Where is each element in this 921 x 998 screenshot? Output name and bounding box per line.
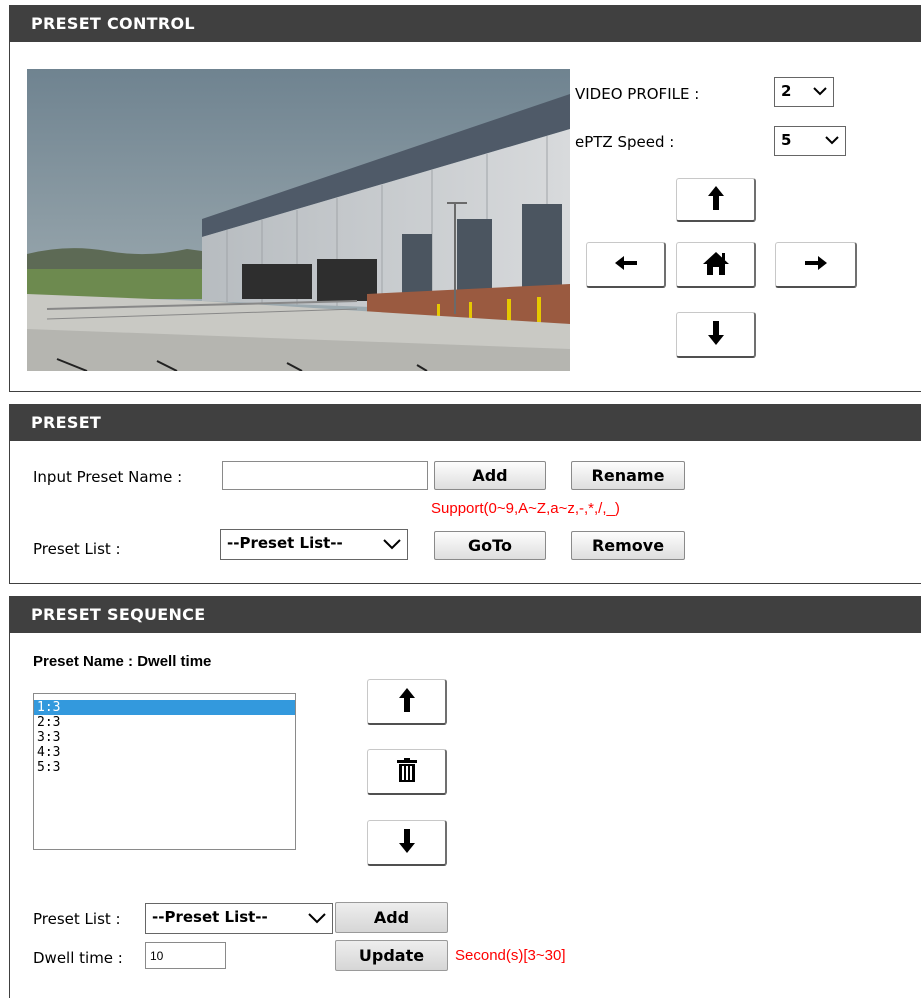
video-profile-select[interactable]: 2 — [774, 77, 834, 107]
preset-name-label: Input Preset Name : — [33, 468, 183, 486]
sequence-listbox[interactable]: 1:3 2:3 3:3 4:3 5:3 — [33, 693, 296, 850]
sequence-move-down-button[interactable] — [367, 820, 447, 866]
eptz-speed-label: ePTZ Speed : — [575, 133, 675, 151]
arrow-down-icon — [398, 828, 415, 857]
preset-sequence-panel: PRESET SEQUENCE Preset Name : Dwell time… — [9, 596, 921, 998]
sequence-delete-button[interactable] — [367, 749, 447, 795]
arrow-left-icon — [614, 255, 637, 274]
move-right-button[interactable] — [775, 242, 857, 288]
preset-title: PRESET — [10, 405, 921, 441]
remove-preset-button[interactable]: Remove — [571, 531, 685, 560]
arrow-down-icon — [707, 320, 724, 349]
list-item[interactable]: 3:3 — [34, 730, 295, 745]
preset-list-label: Preset List : — [33, 540, 121, 558]
sequence-preset-list-label: Preset List : — [33, 910, 121, 928]
sequence-preset-list-select[interactable]: --Preset List-- — [145, 903, 333, 934]
chevron-down-icon — [308, 904, 326, 940]
dwell-time-hint: Second(s)[3~30] — [455, 947, 566, 964]
camera-view — [27, 69, 570, 371]
eptz-speed-select[interactable]: 5 — [774, 126, 846, 156]
video-profile-label: VIDEO PROFILE : — [575, 85, 700, 103]
preset-name-input[interactable] — [222, 461, 428, 490]
eptz-speed-value: 5 — [781, 131, 792, 149]
dwell-time-label: Dwell time : — [33, 949, 123, 967]
move-left-button[interactable] — [586, 242, 666, 288]
list-item[interactable]: 2:3 — [34, 715, 295, 730]
camera-image — [27, 69, 570, 371]
preset-control-title: PRESET CONTROL — [10, 6, 921, 42]
video-profile-value: 2 — [781, 82, 792, 100]
sequence-preset-list-value: --Preset List-- — [152, 908, 268, 926]
dwell-time-input[interactable] — [145, 942, 226, 969]
list-item[interactable]: 4:3 — [34, 745, 295, 760]
list-item[interactable]: 1:3 — [34, 700, 295, 715]
arrow-up-icon — [398, 687, 415, 716]
chevron-down-icon — [825, 127, 839, 161]
chevron-down-icon — [383, 530, 401, 566]
preset-control-panel: PRESET CONTROL VIDEO PROFILE: 2 ePTZ Sp… — [9, 5, 921, 392]
support-hint: Support(0~9,A~Z,a~z,-,*,/,_) — [431, 500, 620, 517]
move-up-button[interactable] — [676, 178, 756, 222]
chevron-down-icon — [813, 78, 827, 112]
preset-list-value: --Preset List-- — [227, 534, 343, 552]
add-preset-button[interactable]: Add — [434, 461, 546, 490]
preset-list-select[interactable]: --Preset List-- — [220, 529, 408, 560]
list-item[interactable]: 5:3 — [34, 760, 295, 775]
arrow-right-icon — [804, 255, 827, 274]
arrow-up-icon — [707, 185, 724, 214]
sequence-add-button[interactable]: Add — [335, 902, 448, 933]
trash-icon — [396, 757, 417, 786]
home-button[interactable] — [676, 242, 756, 288]
sequence-header: Preset Name : Dwell time — [33, 653, 212, 670]
sequence-move-up-button[interactable] — [367, 679, 447, 725]
move-down-button[interactable] — [676, 312, 756, 358]
home-icon — [702, 251, 729, 279]
update-button[interactable]: Update — [335, 940, 448, 971]
preset-panel: PRESET Input Preset Name : Add Rename Su… — [9, 404, 921, 584]
preset-sequence-title: PRESET SEQUENCE — [10, 597, 921, 633]
goto-preset-button[interactable]: GoTo — [434, 531, 546, 560]
rename-preset-button[interactable]: Rename — [571, 461, 685, 490]
